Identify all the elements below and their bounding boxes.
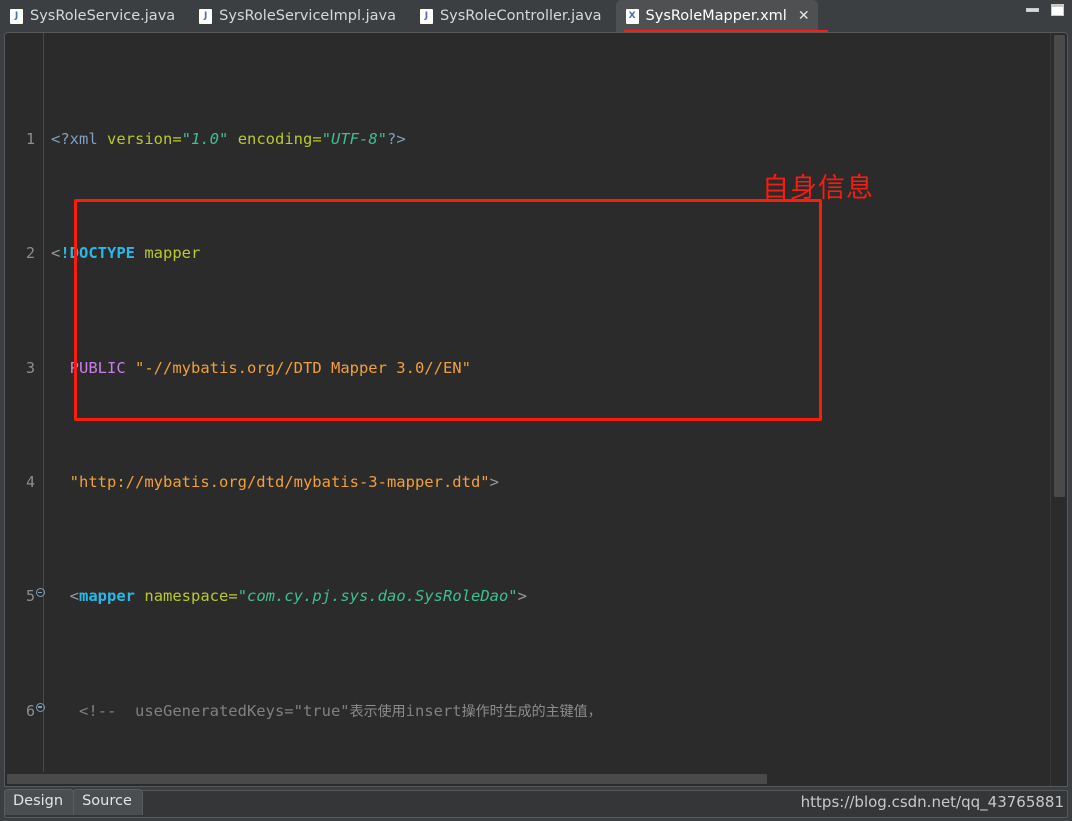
code-line[interactable]: 6 <!-- useGeneratedKeys="true"表示使用insert… [5, 697, 1051, 726]
horizontal-scrollbar[interactable] [5, 772, 1051, 786]
fold-toggle-icon[interactable] [36, 588, 45, 598]
java-file-icon: J [199, 8, 213, 24]
bottom-bar: Design Source https://blog.csdn.net/qq_4… [0, 787, 1072, 821]
java-file-icon: J [419, 8, 433, 24]
horizontal-scrollbar-thumb[interactable] [7, 774, 767, 784]
line-source: <!DOCTYPE mapper [51, 244, 201, 263]
tab-label: SysRoleController.java [439, 8, 602, 24]
vertical-scrollbar[interactable] [1050, 33, 1067, 786]
fold-toggle-icon[interactable] [36, 702, 45, 712]
code-line[interactable]: 4 "http://mybatis.org/dtd/mybatis-3-mapp… [5, 468, 1051, 497]
code-line[interactable]: 1 <?xml version="1.0" encoding="UTF-8"?> [5, 125, 1051, 154]
code-line[interactable]: 2 <!DOCTYPE mapper [5, 239, 1051, 268]
tab-label: SysRoleMapper.xml [645, 8, 787, 24]
line-source: <?xml version="1.0" encoding="UTF-8"?> [51, 129, 406, 148]
annotation-text: 自身信息 [762, 173, 874, 204]
tab-sysroleserviceimpl-java[interactable]: J SysRoleServiceImpl.java [189, 0, 410, 32]
editor-tab-bar: J SysRoleService.java J SysRoleServiceIm… [0, 0, 1072, 32]
line-number: 3 [25, 358, 35, 377]
tab-sysroleservice-java[interactable]: J SysRoleService.java [0, 0, 189, 32]
ide-window: J SysRoleService.java J SysRoleServiceIm… [0, 0, 1072, 821]
tab-source[interactable]: Source [73, 789, 143, 815]
line-source: "http://mybatis.org/dtd/mybatis-3-mapper… [69, 472, 499, 491]
line-number: 2 [25, 244, 35, 263]
code-editor[interactable]: 1 <?xml version="1.0" encoding="UTF-8"?>… [5, 33, 1051, 786]
tab-sysrolemapper-xml[interactable]: X SysRoleMapper.xml ✕ [615, 0, 818, 32]
xml-file-icon: X [625, 8, 639, 24]
java-file-icon: J [10, 8, 23, 24]
line-number: 1 [25, 129, 35, 148]
tab-label: SysRoleServiceImpl.java [219, 8, 396, 24]
line-number: 6 [25, 701, 35, 720]
maximize-button[interactable] [1051, 4, 1064, 16]
code-line[interactable]: 5 <mapper namespace="com.cy.pj.sys.dao.S… [5, 582, 1051, 611]
line-source: <mapper namespace="com.cy.pj.sys.dao.Sys… [69, 587, 527, 606]
line-number: 5 [25, 587, 35, 606]
tab-design[interactable]: Design [4, 789, 75, 815]
line-source: <!-- useGeneratedKeys="true"表示使用insert操作… [79, 701, 602, 720]
tab-sysrolecontroller-java[interactable]: J SysRoleController.java [410, 0, 616, 32]
tab-label: SysRoleService.java [30, 8, 176, 24]
line-source: PUBLIC "-//mybatis.org//DTD Mapper 3.0//… [69, 358, 471, 377]
vertical-scrollbar-thumb[interactable] [1054, 35, 1065, 497]
window-controls [1026, 4, 1064, 16]
minimize-button[interactable] [1026, 8, 1039, 12]
close-icon[interactable]: ✕ [798, 8, 810, 24]
watermark-url: https://blog.csdn.net/qq_43765881 [800, 793, 1064, 811]
code-line[interactable]: 3 PUBLIC "-//mybatis.org//DTD Mapper 3.0… [5, 354, 1051, 383]
code-content: 1 <?xml version="1.0" encoding="UTF-8"?>… [5, 39, 1051, 786]
editor-panel: 1 <?xml version="1.0" encoding="UTF-8"?>… [4, 32, 1068, 787]
view-mode-tabs: Design Source [4, 789, 143, 815]
line-number: 4 [25, 472, 35, 491]
